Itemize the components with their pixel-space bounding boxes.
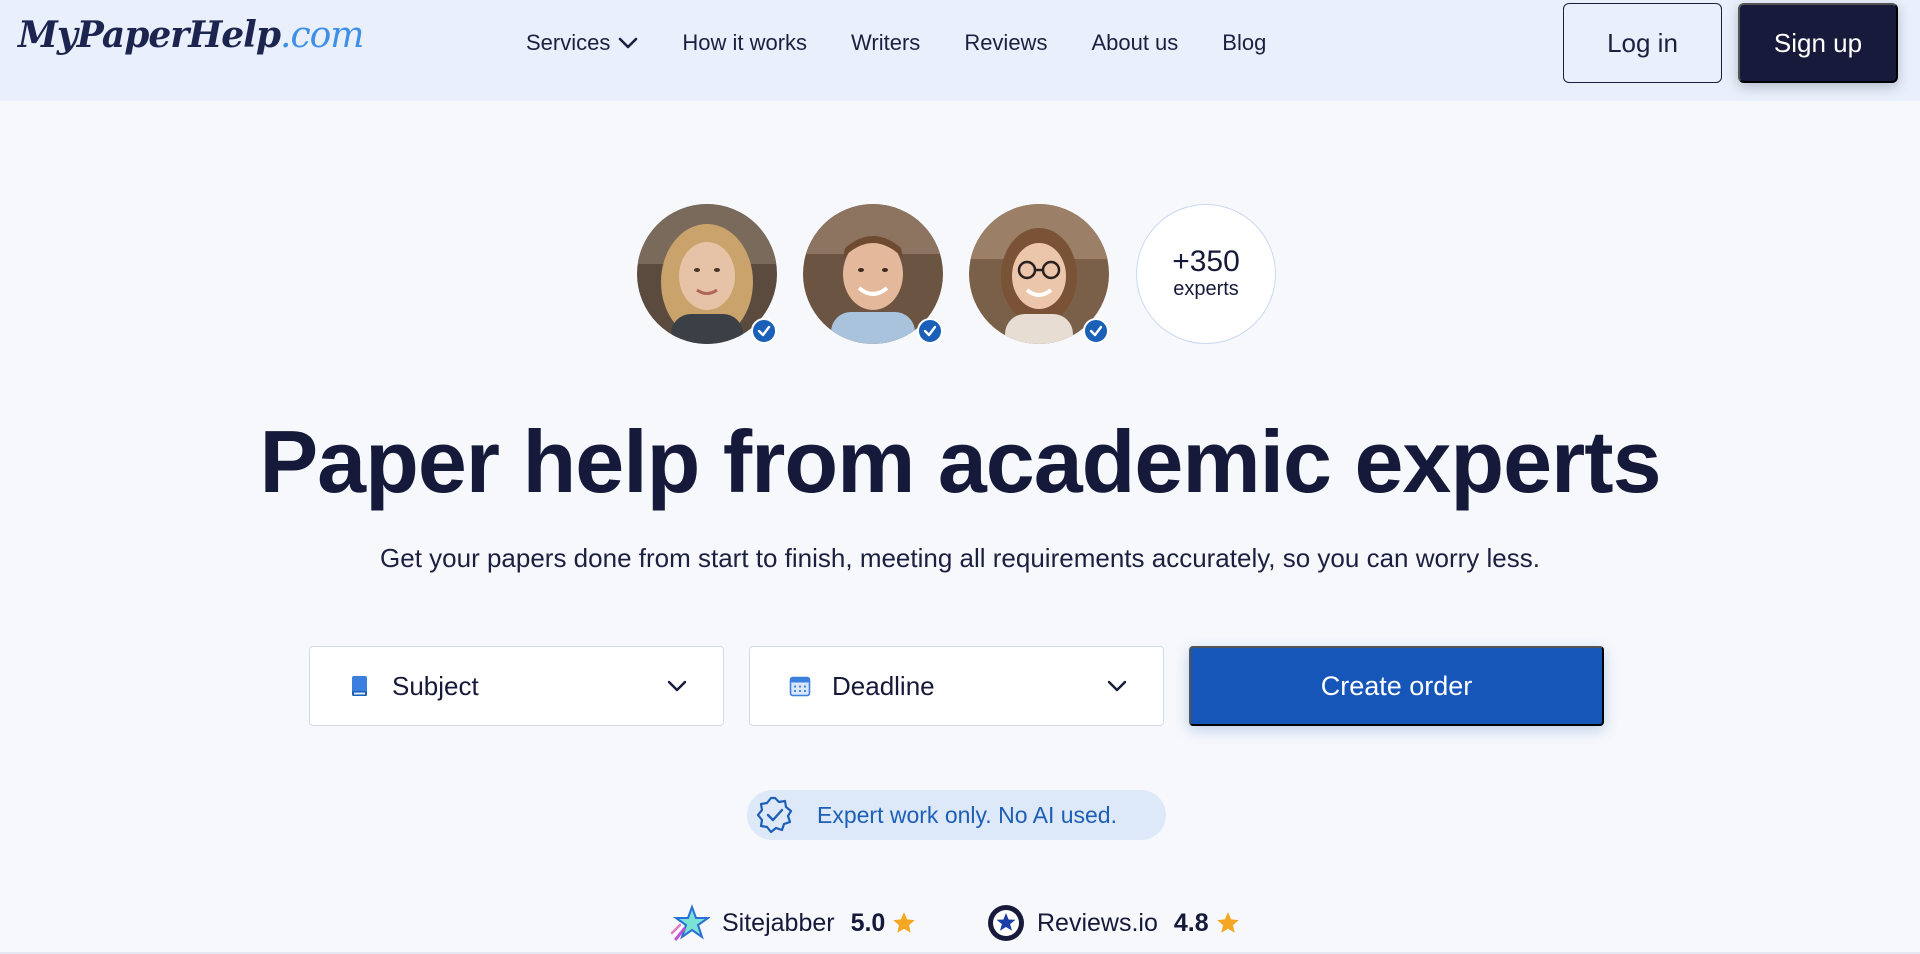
- hero-subtitle: Get your papers done from start to finis…: [380, 543, 1540, 573]
- main-nav: Services How it works Writers Reviews Ab…: [526, 28, 1310, 58]
- nav-item-label: Services: [526, 30, 611, 55]
- rating-sitejabber[interactable]: Sitejabber 5.0: [670, 903, 917, 943]
- nav-item-how-it-works[interactable]: How it works: [682, 30, 807, 56]
- expert-avatar: [969, 204, 1109, 344]
- logo-text: MyPaperHelp: [18, 14, 281, 56]
- deadline-select[interactable]: Deadline: [749, 646, 1164, 726]
- reviews-io-icon: [988, 905, 1024, 941]
- login-button[interactable]: Log in: [1563, 3, 1722, 83]
- chevron-down-icon: [667, 680, 687, 692]
- sitejabber-icon: [670, 904, 710, 941]
- nav-item-label: Blog: [1222, 30, 1267, 55]
- deadline-label: Deadline: [832, 670, 935, 701]
- nav-item-services[interactable]: Services: [526, 30, 638, 56]
- rating-score: 5.0: [850, 908, 886, 937]
- no-ai-badge: Expert work only. No AI used.: [747, 790, 1166, 840]
- nav-item-blog[interactable]: Blog: [1222, 30, 1266, 56]
- calendar-icon: [789, 676, 811, 697]
- logo-tld: .com: [280, 15, 364, 56]
- nav-item-about-us[interactable]: About us: [1091, 30, 1178, 56]
- badge-text: Expert work only. No AI used.: [817, 801, 1117, 828]
- verified-icon: [1083, 318, 1109, 344]
- nav-item-label: How it works: [682, 30, 808, 55]
- nav-item-label: Writers: [851, 30, 921, 55]
- verified-icon: [917, 318, 943, 344]
- nav-item-reviews[interactable]: Reviews: [964, 30, 1047, 56]
- nav-item-label: About us: [1091, 30, 1179, 55]
- experts-label: experts: [1173, 278, 1239, 300]
- create-order-button[interactable]: Create order: [1189, 646, 1604, 726]
- chevron-down-icon: [1107, 680, 1127, 692]
- site-header: MyPaperHelp.com Services How it works Wr…: [0, 0, 1920, 101]
- expert-avatar: [803, 204, 943, 344]
- hero-title: Paper help from academic experts: [259, 412, 1661, 511]
- shield-check-icon: [756, 796, 793, 834]
- subject-select[interactable]: Subject: [309, 646, 724, 726]
- nav-item-writers[interactable]: Writers: [851, 30, 920, 56]
- book-icon: [352, 676, 367, 696]
- star-icon: [893, 912, 916, 933]
- site-logo[interactable]: MyPaperHelp.com: [18, 14, 364, 56]
- star-icon: [1216, 912, 1239, 933]
- signup-button[interactable]: Sign up: [1738, 3, 1898, 83]
- rating-site-name: Sitejabber: [722, 908, 835, 937]
- expert-avatar: [637, 204, 777, 344]
- rating-reviews-io[interactable]: Reviews.io 4.8: [987, 903, 1241, 943]
- rating-score: 4.8: [1173, 908, 1209, 937]
- subject-label: Subject: [392, 670, 479, 701]
- experts-count-badge: +350 experts: [1136, 204, 1276, 344]
- experts-count: +350: [1172, 245, 1240, 278]
- chevron-down-icon: [619, 37, 638, 49]
- nav-item-label: Reviews: [964, 30, 1048, 55]
- verified-icon: [751, 318, 777, 344]
- rating-site-name: Reviews.io: [1037, 908, 1158, 937]
